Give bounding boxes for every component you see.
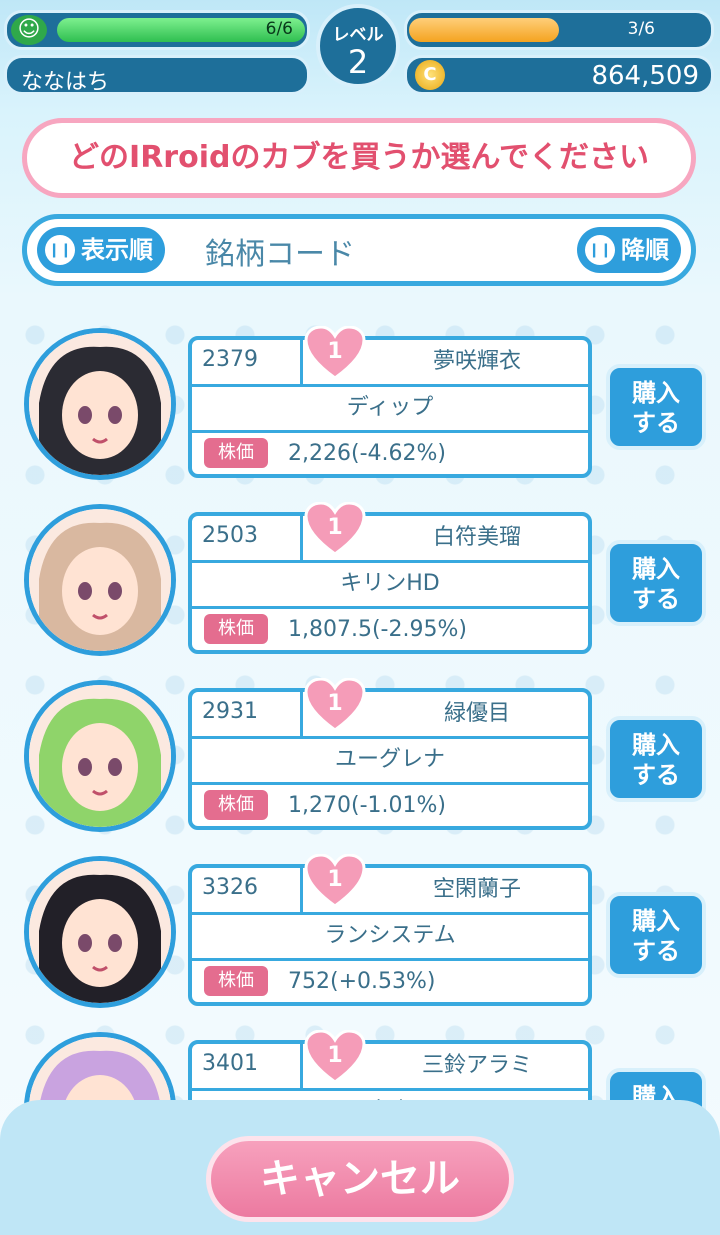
divider — [300, 1044, 303, 1088]
exp-text: 3/6 — [627, 19, 655, 39]
price-label: 株価 — [204, 790, 268, 820]
character-name: 空閑蘭子 — [432, 877, 521, 902]
price-label: 株価 — [204, 614, 268, 644]
stock-code: 2503 — [202, 523, 258, 548]
heart-icon: 1 — [304, 326, 366, 380]
stock-card[interactable]: 2503 1 白符美瑠 キリンHD 株価 1,807.5(-2.95%) — [188, 502, 592, 654]
buy-button[interactable]: 購入 する — [606, 364, 706, 450]
buy-button[interactable]: 購入 する — [606, 540, 706, 626]
heart-rank: 1 — [327, 691, 342, 716]
buy-button[interactable]: 購入 する — [606, 892, 706, 978]
character-name: 緑優目 — [443, 701, 510, 726]
coin-bar: C 864,509 — [404, 55, 714, 95]
divider — [192, 606, 588, 609]
sort-key-label[interactable]: 銘柄コード — [205, 229, 355, 273]
instruction-banner: どのIRroidのカブを買うか選んでください — [22, 118, 696, 198]
stock-price: 752(+0.53%) — [288, 969, 436, 994]
character-name: 白符美瑠 — [432, 525, 521, 550]
cancel-button[interactable]: キャンセル — [206, 1136, 514, 1222]
stock-code: 2379 — [202, 347, 258, 372]
sort-direction-button[interactable]: ❙❙ 降順 — [577, 227, 681, 273]
buy-label-2: する — [632, 761, 680, 789]
divider — [300, 868, 303, 912]
buy-label-1: 購入 — [632, 555, 680, 583]
character-avatar — [24, 328, 176, 480]
price-label: 株価 — [204, 966, 268, 996]
character-name: 夢咲輝衣 — [432, 349, 521, 374]
stock-list[interactable]: 2379 1 夢咲輝衣 ディップ 株価 2,226(-4.62%) 購入 する — [0, 320, 720, 1115]
stamina-face-icon: ☺ — [11, 15, 47, 45]
stock-row[interactable]: 2379 1 夢咲輝衣 ディップ 株価 2,226(-4.62%) 購入 する — [0, 320, 720, 496]
character-avatar — [24, 680, 176, 832]
stock-row[interactable]: 2931 1 緑優目 ユーグレナ 株価 1,270(-1.01%) 購入 する — [0, 672, 720, 848]
divider — [300, 340, 303, 384]
stock-code: 3326 — [202, 875, 258, 900]
character-avatar — [24, 504, 176, 656]
stock-card[interactable]: 3326 1 空閑蘭子 ランシステム 株価 752(+0.53%) — [188, 854, 592, 1006]
coin-icon: C — [415, 60, 445, 90]
display-order-label: 表示順 — [81, 236, 153, 264]
company-name: ユーグレナ — [334, 747, 445, 772]
heart-rank: 1 — [327, 1043, 342, 1068]
buy-label-2: する — [632, 585, 680, 613]
buy-label-2: する — [632, 937, 680, 965]
divider — [300, 516, 303, 560]
divider — [300, 692, 303, 736]
stock-card[interactable]: 2379 1 夢咲輝衣 ディップ 株価 2,226(-4.62%) — [188, 326, 592, 478]
price-label: 株価 — [204, 438, 268, 468]
buy-label-1: 購入 — [632, 907, 680, 935]
level-badge: レベル 2 — [316, 4, 400, 88]
divider — [192, 430, 588, 433]
stock-price: 1,270(-1.01%) — [288, 793, 446, 818]
exp-bar: 3/6 — [404, 10, 714, 50]
buy-label-2: する — [632, 409, 680, 437]
stock-code: 3401 — [202, 1051, 258, 1076]
sort-direction-label: 降順 — [621, 236, 669, 264]
company-name: ランシステム — [324, 923, 456, 948]
stock-row[interactable]: 2503 1 白符美瑠 キリンHD 株価 1,807.5(-2.95%) 購入 … — [0, 496, 720, 672]
stock-code: 2931 — [202, 699, 258, 724]
toggle-icon: ❙❙ — [585, 235, 615, 265]
heart-rank: 1 — [327, 867, 342, 892]
level-label: レベル — [332, 25, 384, 45]
heart-rank: 1 — [327, 515, 342, 540]
level-value: 2 — [347, 43, 369, 81]
heart-rank: 1 — [327, 339, 342, 364]
display-order-button[interactable]: ❙❙ 表示順 — [37, 227, 165, 273]
stock-card[interactable]: 2931 1 緑優目 ユーグレナ 株価 1,270(-1.01%) — [188, 678, 592, 830]
toggle-icon: ❙❙ — [45, 235, 75, 265]
divider — [192, 958, 588, 961]
divider — [192, 782, 588, 785]
stock-price: 2,226(-4.62%) — [288, 441, 446, 466]
player-name-bar: ななはち — [4, 55, 310, 95]
buy-label-1: 購入 — [632, 379, 680, 407]
heart-icon: 1 — [304, 1030, 366, 1084]
buy-button[interactable]: 購入 する — [606, 716, 706, 802]
character-avatar — [24, 856, 176, 1008]
sort-bar: ❙❙ 表示順 銘柄コード ❙❙ 降順 — [22, 214, 696, 286]
company-name: ディップ — [346, 395, 434, 420]
stock-row[interactable]: 3326 1 空閑蘭子 ランシステム 株価 752(+0.53%) 購入 する — [0, 848, 720, 1024]
coin-value: 864,509 — [591, 61, 699, 91]
stamina-bar: ☺ 6/6 — [4, 10, 310, 50]
heart-icon: 1 — [304, 854, 366, 908]
player-name: ななはち — [21, 70, 110, 95]
exp-fill — [409, 18, 559, 42]
stamina-text: 6/6 — [265, 19, 293, 39]
character-name: 三鈴アラミ — [421, 1053, 532, 1078]
buy-label-1: 購入 — [632, 731, 680, 759]
heart-icon: 1 — [304, 678, 366, 732]
stock-price: 1,807.5(-2.95%) — [288, 617, 467, 642]
company-name: キリンHD — [340, 571, 440, 596]
heart-icon: 1 — [304, 502, 366, 556]
